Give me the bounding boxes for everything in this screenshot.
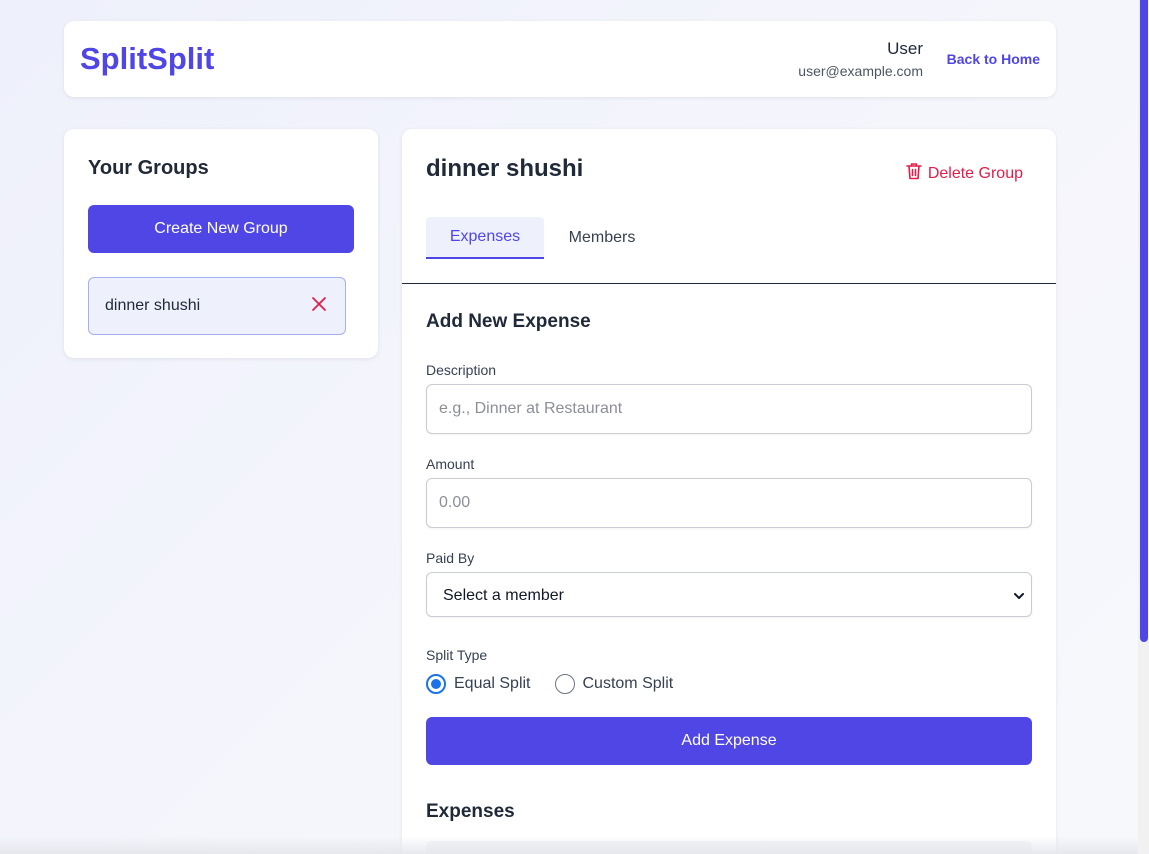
group-list-item[interactable]: dinner shushi — [88, 277, 346, 335]
scrollbar-thumb[interactable] — [1140, 0, 1148, 642]
delete-group-label: Delete Group — [927, 164, 1023, 182]
amount-input[interactable] — [426, 478, 1032, 528]
custom-split-radio[interactable] — [554, 674, 575, 694]
group-detail-panel: dinner shushi Delete Group Expenses Memb… — [402, 129, 1056, 854]
user-info: User user@example.com — [798, 39, 923, 81]
description-input[interactable] — [426, 384, 1032, 434]
group-title: dinner shushi — [426, 155, 584, 182]
custom-split-label: Custom Split — [582, 675, 674, 692]
description-label: Description — [426, 362, 497, 378]
user-name: User — [887, 39, 923, 58]
close-icon[interactable] — [309, 294, 329, 314]
tab-members[interactable]: Members — [558, 217, 646, 259]
equal-split-radio[interactable] — [426, 674, 446, 694]
paid-by-label: Paid By — [426, 550, 475, 566]
paid-by-select[interactable]: Select a member — [426, 572, 1032, 617]
expenses-list — [426, 841, 1032, 854]
tabs-divider — [402, 283, 1056, 284]
expenses-title: Expenses — [426, 801, 515, 822]
split-type-options: Equal Split Custom Split — [426, 674, 697, 694]
add-expense-title: Add New Expense — [426, 311, 591, 332]
app-header: SplitSplit User user@example.com Back to… — [64, 21, 1056, 97]
sidebar-title: Your Groups — [88, 157, 209, 179]
trash-icon — [906, 162, 928, 185]
user-email: user@example.com — [798, 63, 923, 79]
delete-group-button[interactable]: Delete Group — [906, 162, 1023, 185]
groups-sidebar: Your Groups Create New Group dinner shus… — [64, 129, 378, 358]
add-expense-button[interactable]: Add Expense — [426, 717, 1032, 765]
custom-split-option[interactable]: Custom Split — [554, 674, 674, 694]
back-to-home-link[interactable]: Back to Home — [947, 51, 1040, 67]
paid-by-value: Select a member — [443, 587, 564, 604]
group-name: dinner shushi — [105, 297, 201, 314]
scrollbar-track[interactable] — [1138, 0, 1149, 854]
equal-split-option[interactable]: Equal Split — [426, 674, 531, 694]
split-type-label: Split Type — [426, 647, 488, 663]
chevron-down-icon — [1013, 589, 1025, 601]
amount-label: Amount — [426, 456, 475, 472]
create-group-button[interactable]: Create New Group — [88, 205, 354, 253]
tab-expenses[interactable]: Expenses — [426, 217, 544, 259]
app-logo[interactable]: SplitSplit — [80, 41, 214, 77]
equal-split-label: Equal Split — [454, 675, 531, 692]
